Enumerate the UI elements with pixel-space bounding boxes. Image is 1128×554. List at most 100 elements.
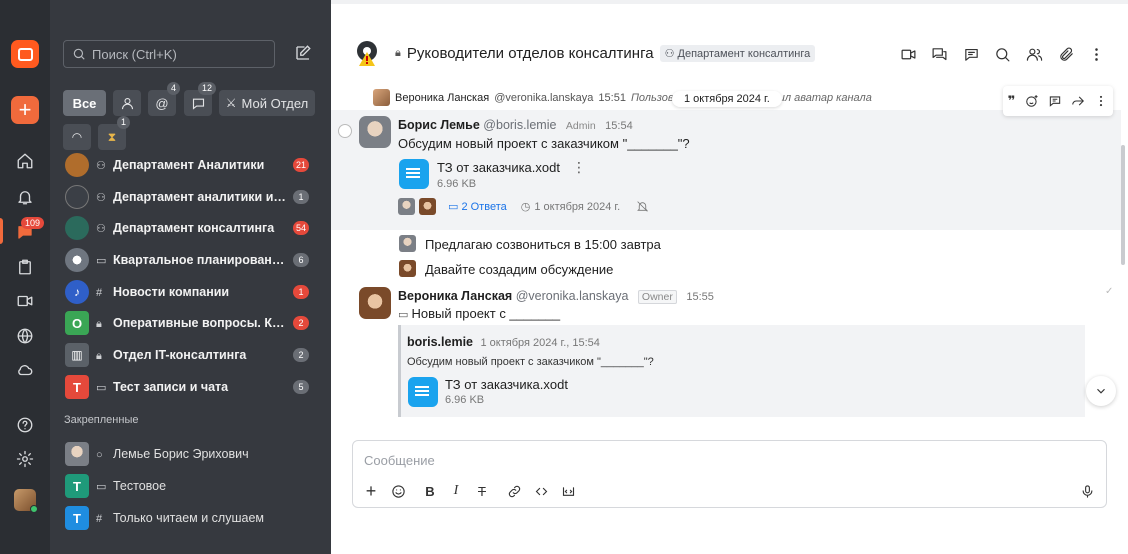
attach-button[interactable]: + [361,481,381,501]
gear-icon [16,450,34,468]
voice-message-button[interactable] [1077,481,1097,501]
chevron-down-icon [1097,388,1105,394]
add-reaction-icon[interactable] [1025,94,1039,108]
pinned-item[interactable]: ○ Лемье Борис Эрихович [50,439,331,469]
active-indicator [0,218,3,244]
quote-time: 1 октября 2024 г., 15:54 [480,337,600,349]
quote-icon[interactable]: ❞ [1008,93,1016,109]
strikethrough-icon: T [478,483,486,499]
reply-in-thread-icon[interactable] [1048,94,1062,108]
chat-item[interactable]: ▥ 🔒︎ Отдел IT-консалтинга 2 [50,340,331,370]
italic-icon: I [453,483,459,498]
more-menu-button[interactable] [1086,44,1106,64]
unread-badge: 5 [293,380,309,394]
discussions-button[interactable] [929,44,949,64]
chat-item[interactable]: O 🔒︎ Оперативные вопросы. Команда 2 [50,308,331,338]
emoji-button[interactable] [388,481,408,501]
video-call-button[interactable] [898,44,918,64]
settings-button[interactable] [9,443,41,475]
file-name[interactable]: ТЗ от заказчика.xodt [437,160,560,175]
group-icon: ⚇ [664,48,678,60]
file-name[interactable]: ТЗ от заказчика.xodt [445,377,568,392]
help-button[interactable] [9,409,41,441]
home-button[interactable] [9,145,41,177]
scrollbar[interactable] [1121,145,1125,265]
message-input[interactable] [364,453,1064,468]
avatar[interactable] [359,116,391,148]
rainbow-icon: ◠ [71,130,83,144]
search-button[interactable] [992,44,1012,64]
web-button[interactable] [9,320,41,352]
chat-title: Новости компании [113,285,230,299]
file-icon[interactable] [408,377,438,407]
code-block-button[interactable] [558,481,578,501]
thread-replies-link[interactable]: ▭ 2 Ответа [448,200,507,213]
file-size: 6.96 KB [445,394,485,406]
thread-icon: ▭ [96,255,107,267]
filter-mentions[interactable]: @ 4 [148,82,180,116]
threads-button[interactable] [961,44,981,64]
chat-item[interactable]: ♪ # Новости компании 1 [50,277,331,307]
calls-button[interactable] [9,285,41,317]
compose-button[interactable] [294,44,314,64]
thread-summary: ▭ 2 Ответа ◷ 1 октября 2024 г. [398,198,649,215]
author-name[interactable]: Борис Лемье [398,118,480,132]
chat-item[interactable]: ▭ Квартальное планирование и отчётность 6 [50,245,331,275]
pinned-item[interactable]: T # Только читаем и слушаем [50,503,331,533]
reply-bubble-icon: ▭ [448,201,462,213]
author-name[interactable]: Вероника Ланская [398,289,512,303]
at-sign-icon: @ [155,95,169,111]
scroll-to-bottom-button[interactable] [1086,376,1116,406]
hourglass-icon: ⧗ [107,129,117,144]
chat-avatar: T [65,506,89,530]
filter-all[interactable]: Все [63,90,106,116]
filter-my-department[interactable]: ⚔ Мой Отдел [219,90,315,116]
filter-custom-2[interactable]: ⧗ 1 [98,116,130,150]
unread-badge: 1 [293,285,309,299]
forward-icon[interactable] [1071,94,1085,108]
chat-title: Квартальное планирование и отчётность [113,253,286,267]
chat-avatar: O [65,311,89,335]
filter-custom-1[interactable]: ◠ [63,124,91,150]
strikethrough-button[interactable]: T [472,481,492,501]
hash-icon: # [96,287,103,299]
search-input[interactable] [92,46,262,62]
italic-button[interactable]: I [446,481,466,501]
clock-icon: ◷ [520,201,531,213]
channel-avatar-icon[interactable] [353,38,383,68]
discussion-icon: ▭ [398,309,412,321]
avatar[interactable] [399,235,416,252]
tasks-button[interactable] [9,251,41,283]
kebab-menu-icon[interactable] [1094,94,1108,108]
chat-item[interactable]: ⚇ Департамент консалтинга 54 [50,213,331,243]
file-icon[interactable] [399,159,429,189]
filter-direct[interactable] [113,90,141,116]
quoted-message[interactable]: boris.lemie 1 октября 2024 г., 15:54 Обс… [398,325,1085,417]
link-button[interactable] [504,481,524,501]
code-button[interactable] [531,481,551,501]
select-message-checkbox[interactable] [338,124,352,138]
chat-item[interactable]: T ▭ Тест записи и чата 5 [50,372,331,402]
members-button[interactable] [1024,44,1044,64]
filter-threads[interactable]: 12 [184,82,216,116]
department-tag[interactable]: ⚇ Департамент консалтинга [659,45,816,62]
mentions-badge: 4 [166,82,180,95]
timer-badge: 1 [116,116,130,129]
avatar[interactable] [399,260,416,277]
files-button[interactable] [1056,44,1076,64]
avatar[interactable] [359,287,391,319]
cloud-button[interactable] [9,354,41,386]
user-avatar[interactable] [14,489,38,513]
file-menu-icon[interactable]: ⋮ [572,159,586,176]
chat-item[interactable]: ⚇ Департамент аналитики и исследований 1 [50,182,331,212]
chat-title: Оперативные вопросы. Команда [113,315,286,330]
search-box[interactable] [63,40,275,68]
unread-badge: 1 [293,190,309,204]
app-logo[interactable] [11,40,39,68]
bell-off-icon[interactable] [636,200,649,213]
chat-item[interactable]: ⚇ Департамент Аналитики 21 [50,150,331,180]
pinned-item[interactable]: T ▭ Тестовое [50,471,331,501]
notifications-button[interactable] [9,181,41,213]
bold-button[interactable]: B [420,481,440,501]
create-new-button[interactable]: + [11,96,39,124]
